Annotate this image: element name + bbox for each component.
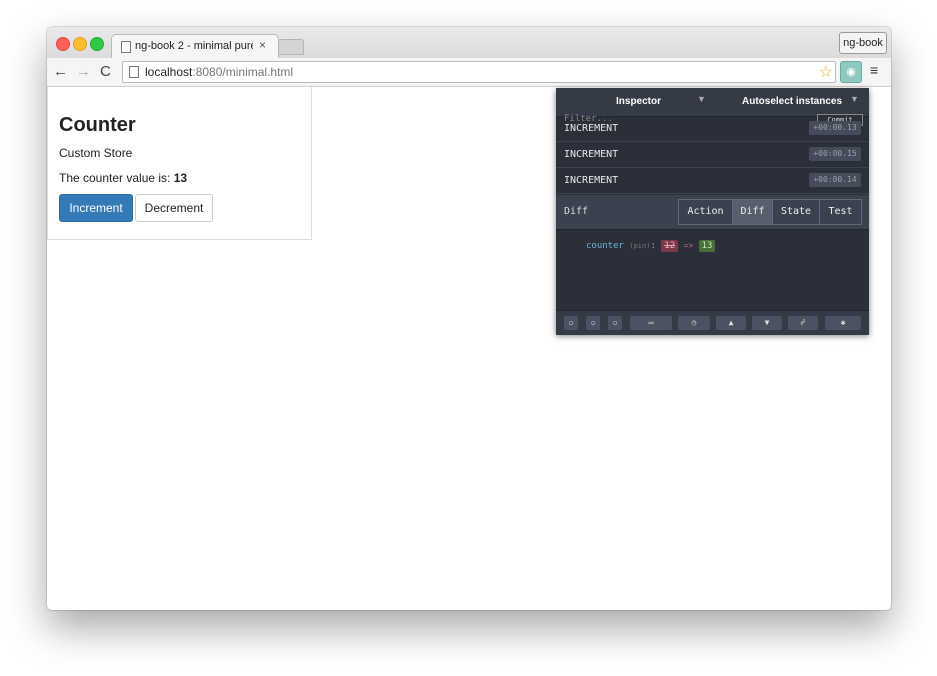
tab-title: ng-book 2 - minimal pure r xyxy=(135,40,253,52)
page-icon xyxy=(121,41,131,53)
counter-value-label: The counter value is: xyxy=(59,171,171,185)
chevron-down-icon[interactable]: ▼ xyxy=(697,94,706,104)
back-icon[interactable]: ← xyxy=(53,63,68,80)
diff-arrow: => xyxy=(683,241,694,250)
address-bar[interactable]: localhost:8080/minimal.html ☆ xyxy=(122,61,836,83)
action-row[interactable]: INCREMENT +00:00.15 xyxy=(556,142,869,168)
url-text: localhost:8080/minimal.html xyxy=(145,65,293,79)
url-path: :8080/minimal.html xyxy=(192,65,294,79)
browser-tab[interactable]: ng-book 2 - minimal pure r × xyxy=(111,34,279,59)
instances-select[interactable]: Autoselect instances xyxy=(742,96,842,107)
browser-window: ng-book 2 - minimal pure r × ng-book ← →… xyxy=(47,27,891,610)
redux-devtools-panel: Inspector ▼ Autoselect instances ▼ Filte… xyxy=(556,88,869,335)
window-icon[interactable]: ▭ xyxy=(630,316,672,330)
bookmark-star-icon[interactable]: ☆ xyxy=(819,62,833,82)
counter-card: Counter Custom Store The counter value i… xyxy=(47,87,312,240)
settings-gear-icon[interactable]: ✱ xyxy=(825,316,861,330)
inspector-tabs: Action Diff State Test xyxy=(678,199,862,225)
subtitle: Custom Store xyxy=(59,146,133,160)
inspector-tab-bar: Diff Action Diff State Test xyxy=(556,195,869,230)
devtools-header: Inspector ▼ Autoselect instances ▼ xyxy=(556,88,869,117)
redux-devtools-extension-icon[interactable]: ◉ xyxy=(840,61,862,83)
dock-left-icon[interactable]: ▫ xyxy=(564,316,578,330)
remote-icon[interactable]: ☍ xyxy=(788,316,818,330)
diff-new-value: 13 xyxy=(698,240,716,252)
action-time: +00:00.13 xyxy=(809,121,861,135)
decrement-button[interactable]: Decrement xyxy=(135,194,213,222)
action-row[interactable]: INCREMENT +00:00.13 xyxy=(556,116,869,142)
minimize-window-button[interactable] xyxy=(73,37,87,51)
counter-value: 13 xyxy=(173,171,188,185)
timer-icon[interactable]: ◷ xyxy=(678,316,710,330)
tab-diff[interactable]: Diff xyxy=(733,200,773,224)
document-icon xyxy=(129,66,139,78)
action-row[interactable]: INCREMENT +00:00.14 xyxy=(556,168,869,194)
pane-label: Diff xyxy=(564,206,589,217)
browser-menu-icon[interactable]: ≡ xyxy=(870,62,878,78)
diff-old-value: 12 xyxy=(661,240,679,252)
forward-icon[interactable]: → xyxy=(76,63,91,80)
diff-key[interactable]: counter xyxy=(586,241,624,251)
tab-state[interactable]: State xyxy=(773,200,820,224)
browser-toolbar: ← → C localhost:8080/minimal.html ☆ ◉ ≡ xyxy=(47,58,891,87)
reload-icon[interactable]: C xyxy=(100,63,111,80)
action-name: INCREMENT xyxy=(564,123,619,134)
diff-entry: counter (pin): 12 => 13 xyxy=(586,240,716,252)
close-window-button[interactable] xyxy=(56,37,70,51)
maximize-window-button[interactable] xyxy=(90,37,104,51)
page-title: Counter xyxy=(59,114,136,136)
action-name: INCREMENT xyxy=(564,149,619,160)
download-icon[interactable]: ▼ xyxy=(752,316,782,330)
chevron-down-icon[interactable]: ▼ xyxy=(850,94,859,104)
tab-action[interactable]: Action xyxy=(679,200,733,224)
action-time: +00:00.15 xyxy=(809,147,861,161)
profile-button[interactable]: ng-book xyxy=(839,32,887,54)
monitor-select[interactable]: Inspector xyxy=(616,96,661,107)
action-time: +00:00.14 xyxy=(809,173,861,187)
upload-icon[interactable]: ▲ xyxy=(716,316,746,330)
tab-test[interactable]: Test xyxy=(820,200,861,224)
tab-close-icon[interactable]: × xyxy=(259,38,266,52)
counter-value-line: The counter value is: 13 xyxy=(59,171,187,185)
new-tab-button[interactable] xyxy=(278,39,304,55)
diff-view: counter (pin): 12 => 13 xyxy=(556,230,869,308)
dock-right-icon[interactable]: ▫ xyxy=(608,316,622,330)
url-host: localhost xyxy=(145,65,193,79)
pin-link[interactable]: (pin) xyxy=(629,242,650,250)
action-name: INCREMENT xyxy=(564,175,619,186)
increment-button[interactable]: Increment xyxy=(59,194,133,222)
title-bar: ng-book 2 - minimal pure r × ng-book xyxy=(47,27,891,59)
devtools-footer-toolbar: ▫ ▫ ▫ ▭ ◷ ▲ ▼ ☍ ✱ xyxy=(556,310,869,335)
diff-colon: : xyxy=(650,241,656,251)
dock-bottom-icon[interactable]: ▫ xyxy=(586,316,600,330)
